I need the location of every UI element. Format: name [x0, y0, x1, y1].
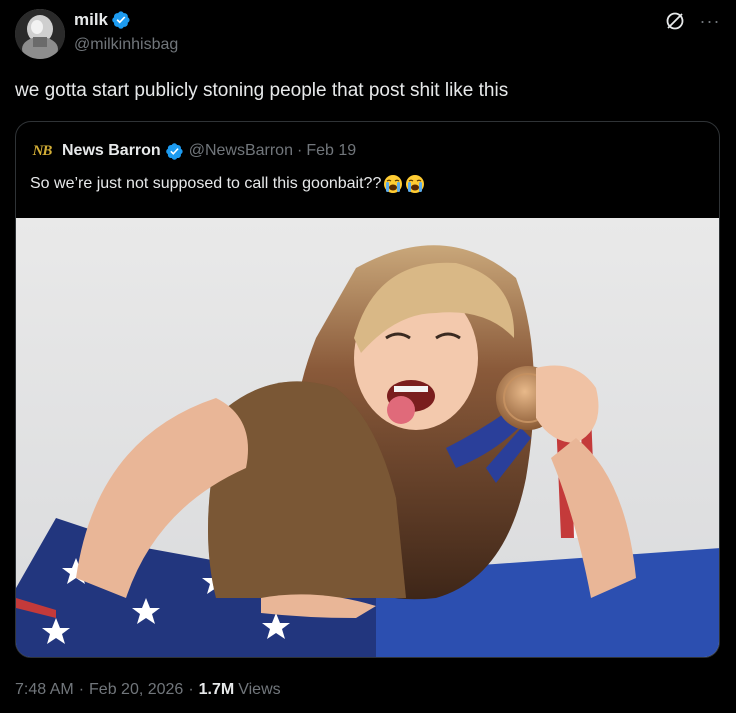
- quoted-tweet[interactable]: NB News Barron @NewsBarron · Feb 19 So w…: [15, 121, 720, 658]
- footer-separator: ·: [188, 681, 194, 698]
- quote-date[interactable]: Feb 19: [306, 142, 356, 160]
- more-options-icon[interactable]: ···: [699, 11, 721, 31]
- quote-text: So we’re just not supposed to call this …: [30, 175, 382, 192]
- verified-badge-icon: [111, 10, 131, 30]
- quote-media-image[interactable]: [16, 218, 719, 657]
- views-count: 1.7M: [198, 681, 235, 698]
- footer-separator: ·: [78, 681, 85, 698]
- tweet-time[interactable]: 7:48 AM: [15, 679, 74, 701]
- avatar[interactable]: [15, 9, 65, 59]
- quote-text-row: So we’re just not supposed to call this …: [30, 172, 425, 196]
- loudly-crying-face-icon: [405, 174, 425, 194]
- tweet-date[interactable]: Feb 20, 2026: [89, 679, 183, 701]
- name-row: milk: [74, 9, 178, 31]
- author-handle[interactable]: @milkinhisbag: [74, 34, 178, 56]
- verified-badge-icon: [165, 142, 184, 161]
- avatar-image: [15, 9, 65, 59]
- tweet-footer: 7:48 AM · Feb 20, 2026 · 1.7M Views: [15, 679, 281, 701]
- quote-avatar-logo[interactable]: NB: [30, 140, 54, 162]
- tweet-header: milk @milkinhisbag ···: [15, 9, 721, 61]
- quote-handle[interactable]: @NewsBarron: [189, 142, 293, 160]
- header-actions: ···: [665, 11, 721, 31]
- quote-header: NB News Barron @NewsBarron · Feb 19: [30, 140, 356, 162]
- grok-icon[interactable]: [665, 11, 685, 31]
- views-label: Views: [238, 681, 281, 698]
- author-info: milk @milkinhisbag: [74, 9, 178, 56]
- tweet-text: we gotta start publicly stoning people t…: [15, 80, 509, 101]
- author-display-name[interactable]: milk: [74, 9, 108, 31]
- quote-display-name[interactable]: News Barron: [62, 142, 161, 160]
- loudly-crying-face-icon: [383, 174, 403, 194]
- quote-separator: ·: [296, 142, 303, 159]
